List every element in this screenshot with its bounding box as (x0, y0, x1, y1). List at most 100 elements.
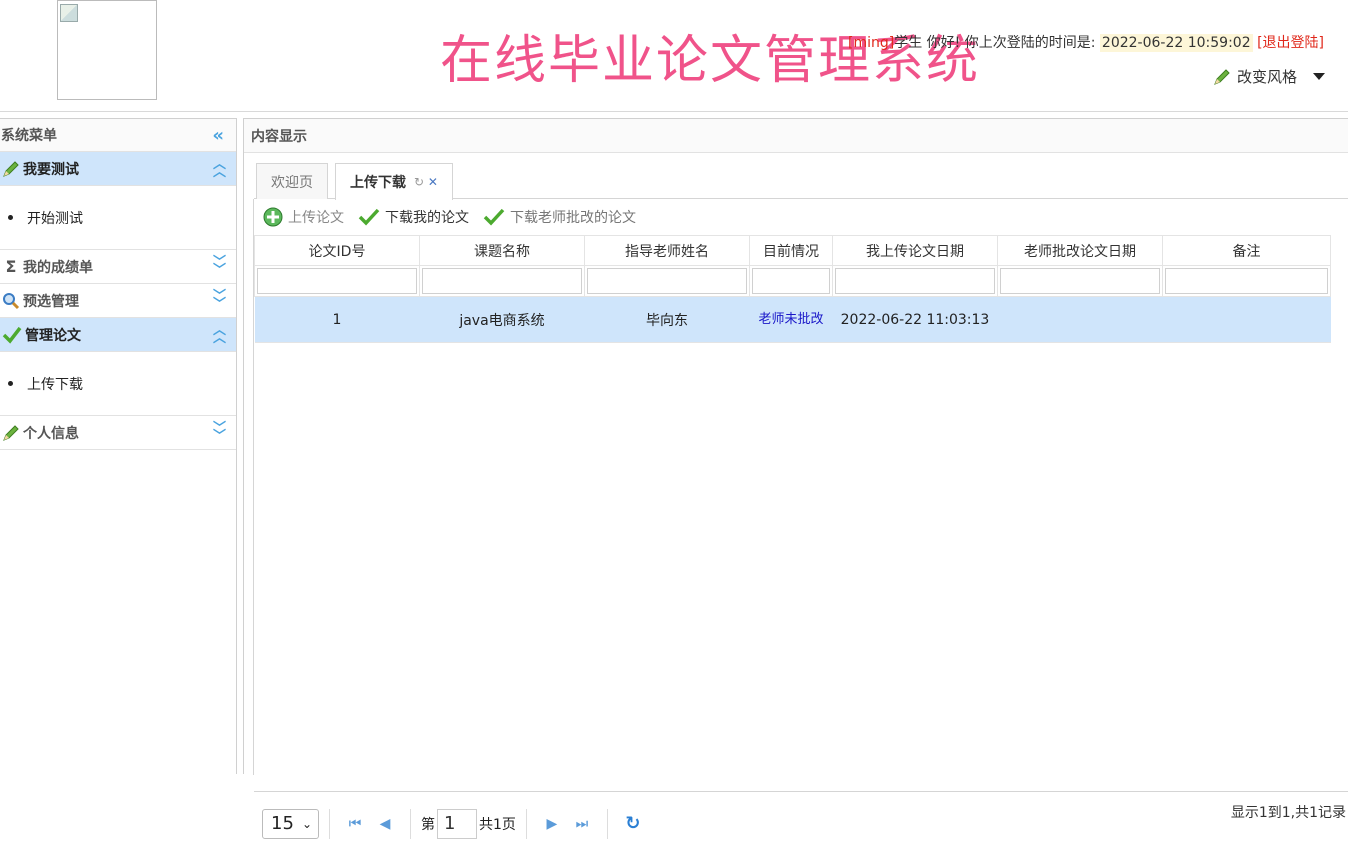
upload-thesis-button[interactable]: 上传论文 (263, 207, 344, 227)
pencil-icon (1214, 68, 1230, 85)
caret-down-icon (1313, 73, 1326, 80)
search-icon (3, 292, 20, 309)
chevron-double-up-icon[interactable]: ︿ ︿ (213, 158, 226, 179)
header: 在线毕业论文管理系统 [ming]学生 你好! 你上次登陆的时间是: 2022-… (0, 0, 1348, 112)
divider (329, 808, 330, 839)
sidebar-title: 系统菜单 (1, 128, 57, 144)
filter-input[interactable] (257, 268, 417, 294)
page-size-value: 15 (271, 813, 294, 834)
sidebar-group-grades[interactable]: Σ 我的成绩单 ﹀ ﹀ (0, 250, 236, 284)
filter-input[interactable] (835, 268, 995, 294)
column-header[interactable]: 备注 (1162, 235, 1331, 266)
bullet-icon (8, 381, 13, 386)
table-row[interactable]: 1 java电商系统 毕向东 老师未批改 2022-06-22 11:03:13 (254, 296, 1331, 343)
first-page-icon[interactable]: ⏮ (340, 816, 370, 832)
column-header[interactable]: 论文ID号 (254, 235, 420, 266)
add-icon (263, 207, 283, 227)
data-grid: 上传论文 下载我的论文 下载老师批改的论文 论文ID号 课题名称 指导老师姓名 … (253, 199, 1348, 855)
table-header-row: 论文ID号 课题名称 指导老师姓名 目前情况 我上传论文日期 老师批改论文日期 … (254, 235, 1331, 266)
check-icon (483, 208, 505, 226)
page-prefix: 第 (421, 816, 435, 833)
tab-label: 上传下载 (350, 175, 406, 191)
refresh-icon[interactable]: ↻ (414, 175, 424, 189)
collapse-left-icon[interactable]: « (212, 125, 224, 146)
cell-note (1162, 296, 1331, 343)
check-icon (2, 326, 22, 344)
tab-welcome[interactable]: 欢迎页 (256, 163, 328, 199)
sidebar-group-label: 管理论文 (25, 327, 81, 344)
chevron-double-down-icon[interactable]: ﹀ ﹀ (213, 422, 226, 443)
tab-upload-download[interactable]: 上传下载 ↻ ✕ (335, 163, 453, 200)
filter-input[interactable] (752, 268, 830, 294)
sidebar-group-label: 我要测试 (23, 161, 79, 178)
record-summary: 显示1到1,共1记录 (1230, 805, 1346, 821)
change-style-menu[interactable]: 改变风格 (1213, 66, 1326, 87)
broken-image-icon (60, 4, 78, 22)
divider (606, 808, 608, 839)
sidebar-group-label: 个人信息 (23, 425, 79, 442)
toolbar: 上传论文 下载我的论文 下载老师批改的论文 (254, 199, 1348, 235)
last-page-icon[interactable]: ⏭ (567, 816, 597, 832)
column-header[interactable]: 目前情况 (749, 235, 833, 266)
cell-status-link[interactable]: 老师未批改 (749, 296, 833, 343)
download-my-thesis-button[interactable]: 下载我的论文 (358, 207, 469, 227)
chevron-double-down-icon[interactable]: ﹀ ﹀ (213, 290, 226, 311)
thesis-table: 论文ID号 课题名称 指导老师姓名 目前情况 我上传论文日期 老师批改论文日期 … (254, 235, 1331, 343)
sidebar-group-profile[interactable]: 个人信息 ﹀ ﹀ (0, 416, 236, 450)
column-header[interactable]: 课题名称 (419, 235, 585, 266)
column-header[interactable]: 我上传论文日期 (832, 235, 998, 266)
sidebar-group-preselect[interactable]: 预选管理 ﹀ ﹀ (0, 284, 236, 318)
last-login-time: 2022-06-22 10:59:02 (1099, 34, 1253, 52)
chevron-double-up-icon[interactable]: ︿ ︿ (213, 324, 226, 345)
button-label: 上传论文 (288, 210, 344, 226)
sidebar-group-thesis[interactable]: 管理论文 ︿ ︿ (0, 318, 236, 352)
site-title: 在线毕业论文管理系统 (440, 31, 981, 91)
button-label: 下载我的论文 (385, 210, 469, 226)
check-icon (358, 208, 380, 226)
logo-image (57, 0, 157, 100)
filter-input[interactable] (1165, 268, 1328, 294)
sidebar-group-label: 我的成绩单 (23, 259, 93, 276)
button-label: 下载老师批改的论文 (510, 210, 636, 226)
cell-id: 1 (254, 296, 420, 343)
cell-review-date (997, 296, 1163, 343)
chevron-down-icon: ⌄ (301, 816, 312, 831)
sidebar-item-upload-download[interactable]: 上传下载 (0, 352, 236, 416)
change-style-label: 改变风格 (1237, 68, 1298, 86)
sidebar-item-label: 上传下载 (27, 376, 83, 393)
pencil-icon (3, 160, 19, 177)
content-panel: 内容显示 欢迎页 上传下载 ↻ ✕ 上传论文 下载我的论文 下载老师批改的论文 (243, 118, 1348, 855)
filter-input[interactable] (422, 268, 582, 294)
cell-teacher: 毕向东 (584, 296, 750, 343)
sigma-icon: Σ (5, 257, 17, 276)
download-reviewed-thesis-button[interactable]: 下载老师批改的论文 (483, 207, 636, 227)
bullet-icon (8, 215, 13, 220)
sidebar: 系统菜单 « 我要测试 ︿ ︿ 开始测试 Σ 我的成绩单 ﹀ ﹀ 预选管理 ﹀ ﹀ 管… (0, 118, 237, 774)
user-info: [ming]学生 你好! 你上次登陆的时间是: 2022-06-22 10:59… (848, 32, 1324, 52)
close-icon[interactable]: ✕ (428, 175, 438, 189)
page-total: 共1页 (479, 816, 516, 833)
greeting-text: 学生 你好! 你上次登陆的时间是: (894, 35, 1096, 51)
page-size-select[interactable]: 15 ⌄ (262, 808, 319, 839)
pagination-bar: 15 ⌄ ⏮ ◀ 第 1 共1页 ▶ ⏭ ↻ 显示1到1,共1记录 (254, 791, 1348, 855)
sidebar-group-label: 预选管理 (23, 293, 79, 310)
column-header[interactable]: 老师批改论文日期 (997, 235, 1163, 266)
prev-page-icon[interactable]: ◀ (370, 816, 400, 832)
divider (525, 808, 527, 839)
sidebar-header: 系统菜单 « (0, 119, 236, 152)
sidebar-item-start-test[interactable]: 开始测试 (0, 186, 236, 250)
pencil-icon (3, 424, 19, 441)
divider (410, 808, 411, 839)
filter-input[interactable] (1000, 268, 1160, 294)
filter-input[interactable] (587, 268, 747, 294)
refresh-icon[interactable]: ↻ (618, 813, 648, 834)
cell-upload-date: 2022-06-22 11:03:13 (832, 296, 998, 343)
logout-link[interactable]: [退出登陆] (1257, 35, 1324, 51)
chevron-double-down-icon[interactable]: ﹀ ﹀ (213, 256, 226, 277)
column-header[interactable]: 指导老师姓名 (584, 235, 750, 266)
page-number-input[interactable]: 1 (437, 808, 477, 839)
tab-label: 欢迎页 (271, 174, 313, 191)
tab-bar: 欢迎页 上传下载 ↻ ✕ (254, 163, 1348, 200)
sidebar-group-test[interactable]: 我要测试 ︿ ︿ (0, 152, 236, 186)
next-page-icon[interactable]: ▶ (537, 816, 567, 832)
